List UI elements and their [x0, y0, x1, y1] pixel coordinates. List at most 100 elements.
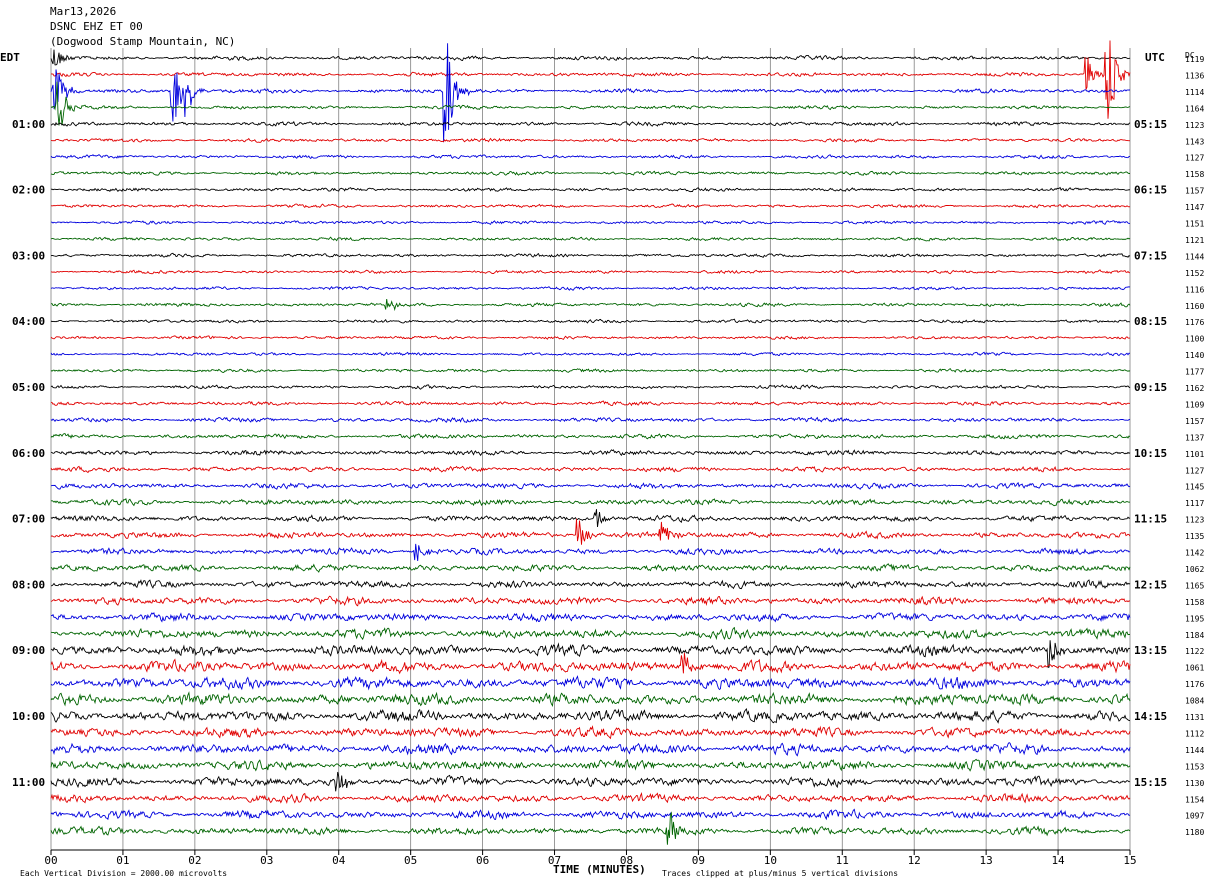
trace-row-27 — [50, 497, 1131, 507]
trace-row-0 — [50, 49, 1131, 66]
dc-offset-label: 1145 — [1185, 483, 1204, 492]
x-tick-label: 15 — [1123, 854, 1136, 867]
right-hour-label: 11:15 — [1134, 513, 1167, 526]
station-label: DSNC EHZ ET 00 — [50, 20, 143, 33]
trace-row-10 — [50, 220, 1131, 226]
left-hour-label: 10:00 — [12, 710, 45, 723]
x-tick-label: 04 — [332, 854, 346, 867]
dc-offset-label: 1101 — [1185, 450, 1204, 459]
trace-row-18 — [50, 351, 1131, 357]
dc-offset-label: 1131 — [1185, 713, 1204, 722]
dc-offset-label: 1121 — [1185, 236, 1204, 245]
dc-offset-label: 1160 — [1185, 302, 1204, 311]
x-tick-label: 14 — [1051, 854, 1065, 867]
left-hour-label: 04:00 — [12, 315, 45, 328]
dc-offset-label: 1143 — [1185, 137, 1204, 146]
trace-row-45 — [50, 792, 1131, 805]
right-hour-label: 13:15 — [1134, 644, 1167, 657]
clip-note: Traces clipped at plus/minus 5 vertical … — [662, 869, 899, 878]
dc-offset-label: 1154 — [1185, 795, 1204, 804]
left-timezone: EDT — [0, 51, 20, 64]
dc-offset-label: 1123 — [1185, 516, 1204, 525]
trace-row-42 — [50, 741, 1131, 757]
dc-offset-label: 1136 — [1185, 71, 1204, 80]
right-hour-label: 15:15 — [1134, 776, 1167, 789]
x-tick-label: 10 — [764, 854, 777, 867]
trace-row-13 — [51, 269, 1131, 275]
left-hour-label: 06:00 — [12, 447, 45, 460]
dc-offset-label: 1158 — [1185, 598, 1204, 607]
trace-row-31 — [50, 563, 1131, 573]
trace-row-37 — [50, 652, 1131, 675]
trace-row-17 — [50, 335, 1131, 340]
dc-offset-label: 1137 — [1185, 433, 1204, 442]
dc-offset-label: 1097 — [1185, 812, 1204, 821]
dc-offset-label: 1158 — [1185, 170, 1204, 179]
x-tick-label: 02 — [188, 854, 201, 867]
plot-date: Mar13,2026 — [50, 5, 117, 18]
dc-offset-label: 1177 — [1185, 368, 1204, 377]
trace-row-44 — [50, 771, 1131, 792]
dc-offset-label: 1157 — [1185, 417, 1204, 426]
trace-row-35 — [50, 626, 1131, 641]
dc-header: DC — [1185, 51, 1195, 60]
trace-row-47 — [50, 811, 1131, 845]
dc-offset-label: 1176 — [1185, 318, 1204, 327]
x-tick-label: 05 — [404, 854, 417, 867]
dc-offset-label: 1112 — [1185, 729, 1204, 738]
x-tick-label: 03 — [260, 854, 273, 867]
trace-row-26 — [50, 481, 1131, 490]
trace-row-4 — [50, 120, 1131, 127]
dc-offset-label: 1152 — [1185, 269, 1204, 278]
x-tick-label: 01 — [116, 854, 129, 867]
trace-row-36 — [50, 640, 1131, 669]
trace-row-22 — [50, 416, 1131, 424]
dc-offset-labels: 1119113611141164112311431127115811571147… — [1185, 55, 1204, 837]
dc-offset-label: 1114 — [1185, 88, 1204, 97]
dc-offset-label: 1144 — [1185, 746, 1204, 755]
x-tick-label: 00 — [44, 854, 57, 867]
trace-row-21 — [50, 400, 1131, 407]
x-tick-label: 12 — [908, 854, 921, 867]
trace-row-23 — [50, 433, 1131, 440]
dc-offset-label: 1130 — [1185, 779, 1204, 788]
left-hour-label: 09:00 — [12, 644, 45, 657]
trace-row-34 — [50, 611, 1131, 623]
helicorder-plot: 00 01 02 03 04 05 06 07 08 09 10 11 12 13 14 15 01:0002… — [12, 40, 1204, 867]
x-tick-label: 11 — [836, 854, 849, 867]
trace-row-25 — [50, 465, 1131, 474]
dc-offset-label: 1122 — [1185, 647, 1204, 656]
dc-offset-label: 1164 — [1185, 104, 1204, 113]
right-hour-label: 08:15 — [1134, 315, 1167, 328]
minute-gridlines — [50, 48, 1131, 851]
trace-row-11 — [50, 236, 1131, 242]
dc-offset-label: 1176 — [1185, 680, 1204, 689]
dc-offset-label: 1061 — [1185, 664, 1204, 673]
dc-offset-label: 1147 — [1185, 203, 1204, 212]
left-hour-label: 08:00 — [12, 578, 45, 591]
trace-row-6 — [50, 154, 1131, 160]
trace-row-20 — [50, 384, 1131, 390]
dc-offset-label: 1144 — [1185, 252, 1204, 261]
seismic-traces — [50, 40, 1131, 845]
trace-row-33 — [50, 595, 1131, 607]
trace-row-16 — [50, 318, 1131, 324]
right-hour-label: 06:15 — [1134, 184, 1167, 197]
trace-row-40 — [50, 708, 1131, 724]
trace-row-15 — [50, 299, 1131, 312]
scale-note: Each Vertical Division = 2000.00 microvo… — [20, 869, 228, 878]
dc-offset-label: 1109 — [1185, 400, 1204, 409]
trace-row-3 — [50, 81, 1131, 126]
dc-offset-label: 1184 — [1185, 631, 1204, 640]
dc-offset-label: 1116 — [1185, 285, 1204, 294]
dc-offset-label: 1142 — [1185, 549, 1204, 558]
dc-offset-label: 1195 — [1185, 614, 1204, 623]
location-label: (Dogwood Stamp Mountain, NC) — [50, 35, 236, 48]
trace-row-38 — [50, 675, 1131, 691]
trace-row-29 — [50, 518, 1131, 545]
trace-row-41 — [50, 725, 1131, 740]
x-tick-label: 13 — [980, 854, 993, 867]
right-hour-label: 12:15 — [1134, 578, 1167, 591]
dc-offset-label: 1135 — [1185, 532, 1204, 541]
trace-row-46 — [50, 808, 1131, 821]
